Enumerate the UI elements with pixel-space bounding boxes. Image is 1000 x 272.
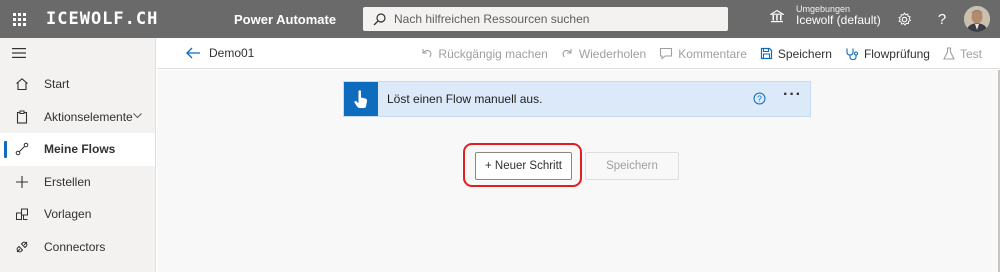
nav-item-label: Vorlagen (44, 207, 92, 222)
help-circle-icon[interactable]: ? (753, 92, 766, 108)
search-input[interactable] (394, 12, 714, 26)
templates-icon (0, 207, 44, 221)
nav-item-label: Meine Flows (44, 142, 116, 157)
flow-checker-button[interactable]: Flowprüfung (845, 47, 930, 61)
comments-label: Kommentare (678, 46, 747, 61)
left-nav: Start Aktionselemente Meine Flows Erstel… (0, 38, 156, 272)
test-button[interactable]: Test (943, 47, 982, 61)
save-icon (760, 47, 772, 60)
avatar[interactable] (964, 6, 990, 32)
flow-canvas: Löst einen Flow manuell aus. ? ··· + Neu… (157, 70, 1000, 272)
environment-name: Icewolf (default) (796, 13, 881, 28)
flow-checker-label: Flowprüfung (863, 46, 930, 61)
product-name[interactable]: Power Automate (234, 12, 364, 27)
nav-collapse-icon[interactable] (0, 38, 155, 68)
nav-item-label: Aktionselemente (44, 109, 133, 124)
home-icon (0, 77, 44, 91)
redo-icon (562, 49, 572, 58)
search-icon (373, 12, 386, 25)
undo-button[interactable]: Rückgängig machen (420, 46, 548, 61)
new-step-button[interactable]: + Neuer Schritt (475, 152, 572, 180)
stethoscope-icon (846, 48, 858, 60)
environment-icon (770, 9, 784, 23)
save-label: Speichern (777, 46, 832, 61)
nav-item-label: Connectors (44, 239, 106, 254)
comments-button[interactable]: Kommentare (659, 47, 747, 61)
trigger-title: Löst einen Flow manuell aus. (387, 92, 543, 106)
trigger-card[interactable]: Löst einen Flow manuell aus. ? ··· (343, 81, 811, 117)
redo-label: Wiederholen (578, 46, 647, 61)
help-icon[interactable]: ? (926, 0, 958, 38)
test-label: Test (959, 46, 982, 61)
redo-button[interactable]: Wiederholen (561, 47, 646, 61)
settings-icon[interactable] (888, 0, 920, 38)
top-bar: ICEWOLF.CH Power Automate Umgebungen Ice… (0, 0, 1000, 38)
environment-picker[interactable]: Umgebungen Icewolf (default) (770, 4, 881, 28)
undo-label: Rückgängig machen (438, 46, 548, 61)
undo-icon (422, 49, 432, 58)
nav-item-start[interactable]: Start (0, 68, 155, 101)
command-bar: Demo01 Rückgängig machen Wiederholen Kom… (157, 38, 1000, 69)
canvas-save-button[interactable]: Speichern (585, 152, 679, 180)
svg-text:?: ? (757, 94, 762, 104)
comment-icon (660, 47, 673, 60)
waffle-icon[interactable] (0, 0, 38, 38)
flow-name: Demo01 (209, 46, 255, 60)
nav-item-connectors[interactable]: Connectors (0, 231, 155, 264)
manual-trigger-icon (344, 82, 378, 116)
nav-item-templates[interactable]: Vorlagen (0, 198, 155, 231)
plus-icon (0, 175, 44, 189)
save-button[interactable]: Speichern (760, 47, 832, 61)
connector-icon (0, 240, 44, 254)
nav-item-create[interactable]: Erstellen (0, 166, 155, 199)
search-box[interactable] (363, 7, 728, 31)
nav-item-my-flows[interactable]: Meine Flows (0, 133, 155, 166)
clipboard-icon (0, 110, 44, 124)
brand-logo: ICEWOLF.CH (46, 9, 159, 29)
more-options-icon[interactable]: ··· (783, 86, 802, 104)
nav-item-action-items[interactable]: Aktionselemente (0, 101, 155, 134)
nav-item-label: Start (44, 77, 70, 92)
flask-icon (943, 47, 955, 60)
nav-item-label: Erstellen (44, 174, 91, 189)
chevron-down-icon[interactable] (132, 110, 143, 124)
flow-icon (0, 142, 44, 156)
back-arrow-icon[interactable] (179, 39, 207, 67)
